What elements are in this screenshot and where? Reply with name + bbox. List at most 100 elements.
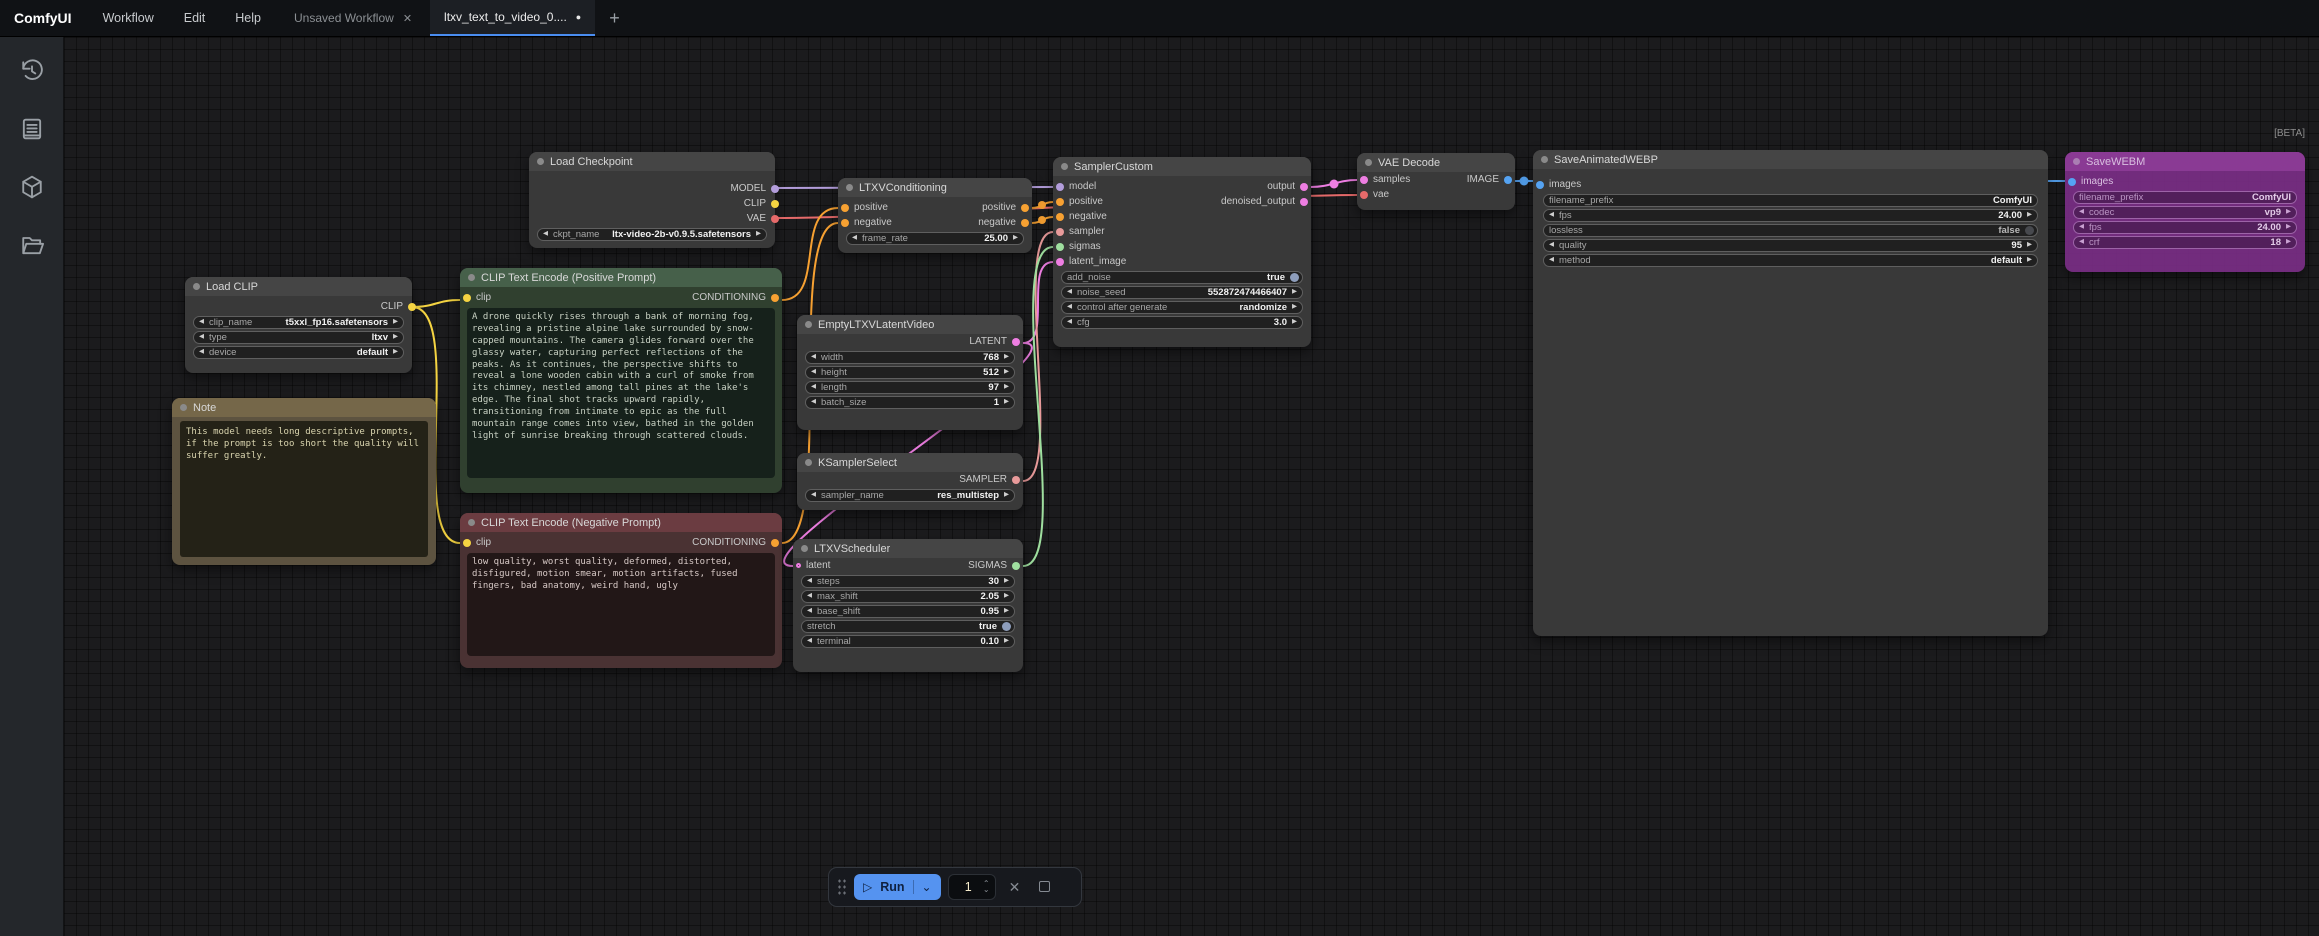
node-load-checkpoint[interactable]: Load Checkpoint MODEL CLIP VAE ◀ ckpt_na… bbox=[529, 152, 775, 248]
slot-output-vae[interactable] bbox=[771, 215, 779, 223]
run-button[interactable]: ▷ Run ⌄ bbox=[854, 874, 941, 900]
slot-input-images[interactable] bbox=[2068, 178, 2076, 186]
collapse-dot[interactable] bbox=[1541, 156, 1548, 163]
batch-count-input[interactable]: 1 ⌃ ⌄ bbox=[948, 874, 996, 900]
slot-input-sampler[interactable] bbox=[1056, 228, 1064, 236]
negative-prompt-textarea[interactable]: low quality, worst quality, deformed, di… bbox=[467, 553, 775, 656]
node-header[interactable]: Load Checkpoint bbox=[529, 152, 775, 171]
slot-output-conditioning[interactable] bbox=[771, 294, 779, 302]
widget-device[interactable]: ◀device default▶ bbox=[193, 346, 404, 359]
collapse-dot[interactable] bbox=[2073, 158, 2080, 165]
slot-input-negative[interactable] bbox=[841, 219, 849, 227]
widget-fps[interactable]: ◀fps 24.00▶ bbox=[1543, 209, 2038, 222]
collapse-dot[interactable] bbox=[801, 545, 808, 552]
collapse-dot[interactable] bbox=[537, 158, 544, 165]
widget-length[interactable]: ◀length 97▶ bbox=[805, 381, 1015, 394]
run-options-chevron-icon[interactable]: ⌄ bbox=[913, 880, 932, 894]
widget-sampler-name[interactable]: ◀sampler_name res_multistep▶ bbox=[805, 489, 1015, 502]
widget-terminal[interactable]: ◀terminal 0.10▶ bbox=[801, 635, 1015, 648]
queue-icon[interactable] bbox=[18, 115, 46, 143]
slot-output-sampler[interactable] bbox=[1012, 476, 1020, 484]
widget-ckpt-name[interactable]: ◀ ckpt_name ltx-video-2b-v0.9.5.safetens… bbox=[537, 228, 767, 241]
collapse-dot[interactable] bbox=[468, 274, 475, 281]
toolbar-drag-handle[interactable] bbox=[837, 878, 847, 896]
tab-ltxv-text-to-video[interactable]: ltxv_text_to_video_0.... ● bbox=[430, 0, 595, 36]
node-header[interactable]: VAE Decode bbox=[1357, 153, 1515, 172]
widget-quality[interactable]: ◀quality 95▶ bbox=[1543, 239, 2038, 252]
slot-input-latent[interactable] bbox=[796, 563, 801, 568]
node-header[interactable]: KSamplerSelect bbox=[797, 453, 1023, 472]
widget-method[interactable]: ◀method default▶ bbox=[1543, 254, 2038, 267]
tab-unsaved-workflow[interactable]: Unsaved Workflow ✕ bbox=[280, 0, 426, 36]
collapse-dot[interactable] bbox=[805, 459, 812, 466]
node-header[interactable]: Note bbox=[172, 398, 436, 417]
widget-filename-prefix[interactable]: filename_prefix ComfyUI bbox=[2073, 191, 2297, 204]
node-save-webm[interactable]: SaveWEBM images filename_prefix ComfyUI … bbox=[2065, 152, 2305, 272]
node-header[interactable]: LTXVConditioning bbox=[838, 178, 1032, 197]
node-header[interactable]: Load CLIP bbox=[185, 277, 412, 296]
node-note[interactable]: Note This model needs long descriptive p… bbox=[172, 398, 436, 565]
node-header[interactable]: SaveWEBM bbox=[2065, 152, 2305, 171]
node-clip-text-encode-positive[interactable]: CLIP Text Encode (Positive Prompt) clip … bbox=[460, 268, 782, 493]
widget-width[interactable]: ◀width 768▶ bbox=[805, 351, 1015, 364]
node-load-clip[interactable]: Load CLIP CLIP ◀clip_name t5xxl_fp16.saf… bbox=[185, 277, 412, 373]
widget-frame-rate[interactable]: ◀frame_rate 25.00▶ bbox=[846, 232, 1024, 245]
widget-codec[interactable]: ◀codec vp9▶ bbox=[2073, 206, 2297, 219]
node-save-animated-webp[interactable]: SaveAnimatedWEBP images filename_prefix … bbox=[1533, 150, 2048, 636]
menu-help[interactable]: Help bbox=[220, 0, 276, 36]
slot-output-clip[interactable] bbox=[771, 200, 779, 208]
node-empty-ltxv-latent-video[interactable]: EmptyLTXVLatentVideo LATENT ◀width 768▶ … bbox=[797, 315, 1023, 430]
menu-edit[interactable]: Edit bbox=[169, 0, 221, 36]
collapse-dot[interactable] bbox=[468, 519, 475, 526]
slot-output-denoised[interactable] bbox=[1300, 198, 1308, 206]
node-header[interactable]: CLIP Text Encode (Positive Prompt) bbox=[460, 268, 782, 287]
new-tab-button[interactable]: + bbox=[595, 0, 634, 36]
history-icon[interactable] bbox=[18, 57, 46, 85]
widget-batch-size[interactable]: ◀batch_size 1▶ bbox=[805, 396, 1015, 409]
collapse-dot[interactable] bbox=[1061, 163, 1068, 170]
slot-output-sigmas[interactable] bbox=[1012, 562, 1020, 570]
slot-input-positive[interactable] bbox=[841, 204, 849, 212]
slot-input-sigmas[interactable] bbox=[1056, 243, 1064, 251]
widget-type[interactable]: ◀type ltxv▶ bbox=[193, 331, 404, 344]
slot-input-latent-image[interactable] bbox=[1056, 258, 1064, 266]
widget-control-after-generate[interactable]: ◀control after generate randomize▶ bbox=[1061, 301, 1303, 314]
toggle-dot[interactable] bbox=[1290, 273, 1299, 282]
node-header[interactable]: SaveAnimatedWEBP bbox=[1533, 150, 2048, 169]
slot-output-output[interactable] bbox=[1300, 183, 1308, 191]
widget-filename-prefix[interactable]: filename_prefix ComfyUI bbox=[1543, 194, 2038, 207]
widget-steps[interactable]: ◀steps 30▶ bbox=[801, 575, 1015, 588]
node-header[interactable]: SamplerCustom bbox=[1053, 157, 1311, 176]
node-header[interactable]: EmptyLTXVLatentVideo bbox=[797, 315, 1023, 334]
slot-input-vae[interactable] bbox=[1360, 191, 1368, 199]
menu-workflow[interactable]: Workflow bbox=[88, 0, 169, 36]
widget-add-noise-toggle[interactable]: add_noise true bbox=[1061, 271, 1303, 284]
slot-input-clip[interactable] bbox=[463, 539, 471, 547]
slot-output-negative[interactable] bbox=[1021, 219, 1029, 227]
toggle-dot[interactable] bbox=[1002, 622, 1011, 631]
widget-noise-seed[interactable]: ◀noise_seed 552872474466407▶ bbox=[1061, 286, 1303, 299]
node-sampler-custom[interactable]: SamplerCustom model output positive deno… bbox=[1053, 157, 1311, 347]
widget-max-shift[interactable]: ◀max_shift 2.05▶ bbox=[801, 590, 1015, 603]
widget-fps[interactable]: ◀fps 24.00▶ bbox=[2073, 221, 2297, 234]
widget-crf[interactable]: ◀crf 18▶ bbox=[2073, 236, 2297, 249]
node-clip-text-encode-negative[interactable]: CLIP Text Encode (Negative Prompt) clip … bbox=[460, 513, 782, 668]
toggle-dot[interactable] bbox=[2025, 226, 2034, 235]
collapse-dot[interactable] bbox=[193, 283, 200, 290]
positive-prompt-textarea[interactable]: A drone quickly rises through a bank of … bbox=[467, 308, 775, 478]
collapse-dot[interactable] bbox=[805, 321, 812, 328]
slot-input-images[interactable] bbox=[1536, 181, 1544, 189]
workflows-folder-icon[interactable] bbox=[18, 231, 46, 259]
slot-output-latent[interactable] bbox=[1012, 338, 1020, 346]
node-header[interactable]: LTXVScheduler bbox=[793, 539, 1023, 558]
cancel-button[interactable]: ✕ bbox=[1003, 879, 1027, 896]
slot-output-model[interactable] bbox=[771, 185, 779, 193]
node-ksampler-select[interactable]: KSamplerSelect SAMPLER ◀sampler_name res… bbox=[797, 453, 1023, 510]
collapse-dot[interactable] bbox=[1365, 159, 1372, 166]
slot-output-clip[interactable] bbox=[408, 303, 416, 311]
widget-clip-name[interactable]: ◀clip_name t5xxl_fp16.safetensors▶ bbox=[193, 316, 404, 329]
widget-lossless-toggle[interactable]: lossless false bbox=[1543, 224, 2038, 237]
slot-input-model[interactable] bbox=[1056, 183, 1064, 191]
slot-output-conditioning[interactable] bbox=[771, 539, 779, 547]
widget-base-shift[interactable]: ◀base_shift 0.95▶ bbox=[801, 605, 1015, 618]
